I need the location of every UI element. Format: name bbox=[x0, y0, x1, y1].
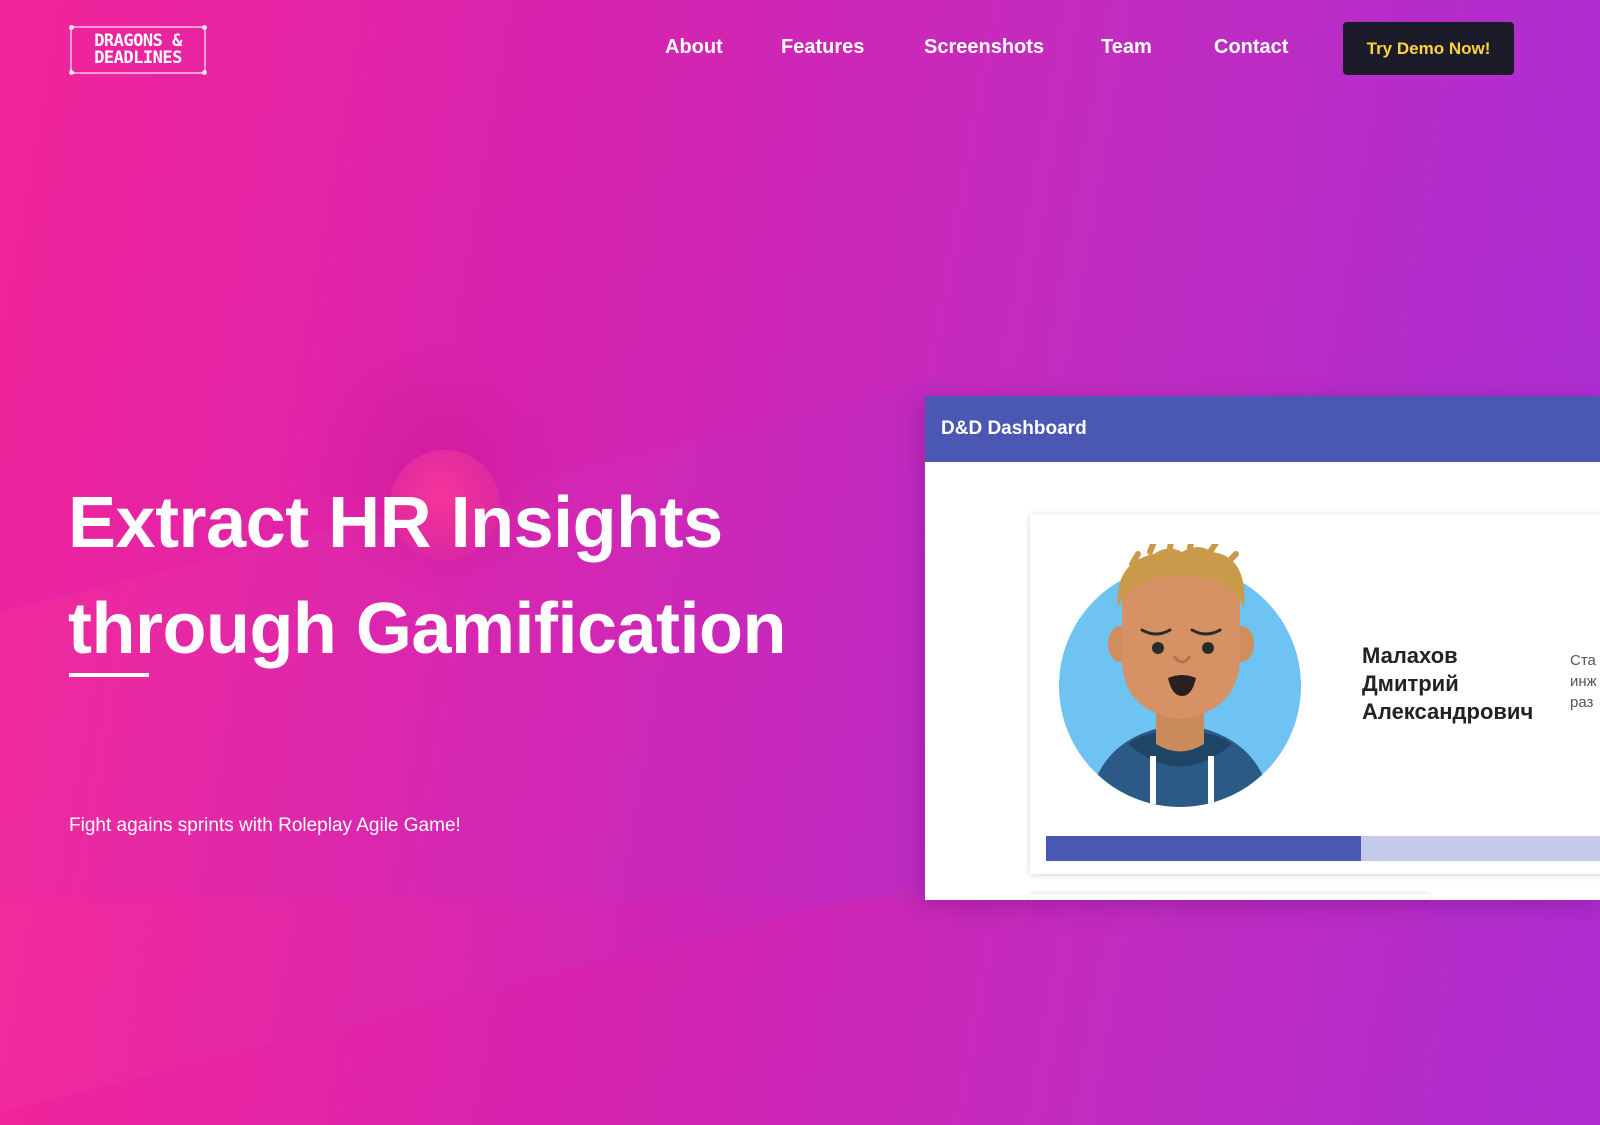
dashboard-header: D&D Dashboard bbox=[925, 396, 1600, 462]
hero-subtitle: Fight agains sprints with Roleplay Agile… bbox=[69, 815, 461, 836]
avatar-illustration bbox=[1059, 544, 1301, 807]
nav-link-contact[interactable]: Contact bbox=[1214, 36, 1288, 59]
nav-link-about[interactable]: About bbox=[665, 36, 723, 59]
logo-text: DRAGONS & DEADLINES bbox=[94, 31, 182, 68]
profile-patronymic: Александрович bbox=[1362, 699, 1534, 724]
next-card-edge bbox=[1030, 894, 1430, 900]
profile-first-name: Дмитрий bbox=[1362, 671, 1459, 696]
dashboard-title: D&D Dashboard bbox=[941, 418, 1087, 439]
hero-divider bbox=[69, 673, 149, 677]
profile-card: Малахов Дмитрий Александрович Ста инж ра… bbox=[1030, 514, 1600, 874]
nav-link-features[interactable]: Features bbox=[781, 36, 864, 59]
logo-corner-dot bbox=[69, 25, 74, 30]
logo-corner-dot bbox=[202, 70, 207, 75]
profile-role-line: Ста bbox=[1570, 652, 1596, 669]
profile-role-line: инж bbox=[1570, 673, 1597, 690]
hero-title-line: Extract HR Insights bbox=[68, 483, 723, 563]
brand-logo[interactable]: DRAGONS & DEADLINES bbox=[69, 25, 207, 75]
dashboard-screenshot: D&D Dashboard Малахов Дмитрий Александро… bbox=[925, 396, 1600, 900]
try-demo-button[interactable]: Try Demo Now! bbox=[1343, 22, 1514, 75]
profile-role: Ста инж раз bbox=[1570, 650, 1600, 713]
experience-progress-bar bbox=[1046, 836, 1600, 861]
nav-link-team[interactable]: Team bbox=[1101, 36, 1152, 59]
nav-link-screenshots[interactable]: Screenshots bbox=[924, 36, 1044, 59]
top-navigation: DRAGONS & DEADLINES About Features Scree… bbox=[0, 0, 1600, 96]
profile-role-line: раз bbox=[1570, 694, 1594, 711]
hero-title: Extract HR Insights through Gamification bbox=[68, 470, 786, 682]
experience-progress-fill bbox=[1046, 836, 1362, 861]
logo-corner-dot bbox=[69, 70, 74, 75]
hero-title-line: through Gamification bbox=[68, 589, 786, 669]
logo-corner-dot bbox=[202, 25, 207, 30]
profile-name: Малахов Дмитрий Александрович bbox=[1362, 642, 1533, 726]
profile-surname: Малахов bbox=[1362, 643, 1458, 668]
